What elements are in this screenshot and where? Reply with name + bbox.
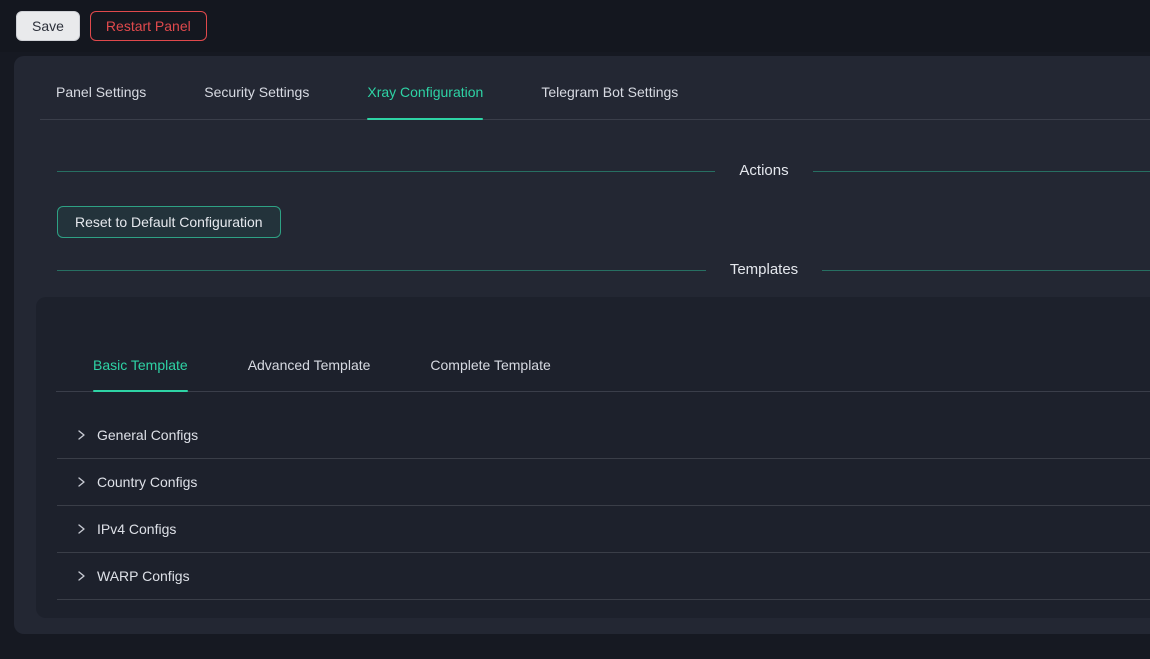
chevron-right-icon bbox=[75, 429, 87, 441]
tab-xray-configuration[interactable]: Xray Configuration bbox=[367, 82, 483, 119]
actions-divider: Actions bbox=[57, 160, 1150, 182]
actions-divider-label: Actions bbox=[715, 160, 812, 182]
restart-panel-button[interactable]: Restart Panel bbox=[90, 11, 207, 41]
accordion-label: IPv4 Configs bbox=[97, 521, 176, 537]
chevron-right-icon bbox=[75, 523, 87, 535]
accordion-warp-configs[interactable]: WARP Configs bbox=[57, 553, 1150, 600]
accordion-country-configs[interactable]: Country Configs bbox=[57, 459, 1150, 506]
templates-divider-label: Templates bbox=[706, 259, 822, 281]
accordion-label: Country Configs bbox=[97, 474, 197, 490]
templates-card: Basic Template Advanced Template Complet… bbox=[36, 297, 1150, 618]
accordion-label: WARP Configs bbox=[97, 568, 190, 584]
reset-to-default-button[interactable]: Reset to Default Configuration bbox=[57, 206, 281, 238]
topbar: Save Restart Panel bbox=[0, 0, 1150, 52]
tab-complete-template[interactable]: Complete Template bbox=[430, 355, 550, 391]
divider-line bbox=[822, 270, 1150, 271]
template-config-accordion: General Configs Country Configs IPv4 Con… bbox=[57, 412, 1150, 600]
templates-divider: Templates bbox=[57, 259, 1150, 281]
tab-advanced-template[interactable]: Advanced Template bbox=[248, 355, 371, 391]
chevron-right-icon bbox=[75, 570, 87, 582]
tab-telegram-bot-settings[interactable]: Telegram Bot Settings bbox=[541, 82, 678, 119]
tab-panel-settings[interactable]: Panel Settings bbox=[56, 82, 146, 119]
settings-card: Panel Settings Security Settings Xray Co… bbox=[14, 56, 1150, 634]
divider-line bbox=[57, 270, 706, 271]
divider-line bbox=[813, 171, 1150, 172]
tab-basic-template[interactable]: Basic Template bbox=[93, 355, 188, 391]
accordion-general-configs[interactable]: General Configs bbox=[57, 412, 1150, 459]
chevron-right-icon bbox=[75, 476, 87, 488]
divider-line bbox=[57, 171, 715, 172]
accordion-ipv4-configs[interactable]: IPv4 Configs bbox=[57, 506, 1150, 553]
templates-tabbar: Basic Template Advanced Template Complet… bbox=[56, 297, 1150, 392]
settings-tabbar: Panel Settings Security Settings Xray Co… bbox=[40, 56, 1150, 120]
tab-security-settings[interactable]: Security Settings bbox=[204, 82, 309, 119]
save-button[interactable]: Save bbox=[16, 11, 80, 41]
accordion-label: General Configs bbox=[97, 427, 198, 443]
